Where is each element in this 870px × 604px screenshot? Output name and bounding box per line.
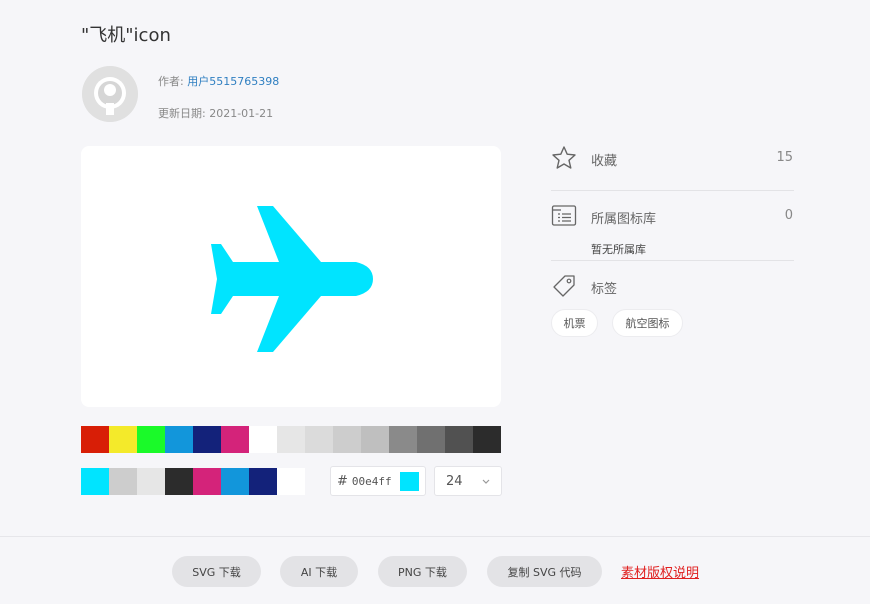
color-swatch[interactable] — [165, 468, 193, 495]
tag-icon — [553, 275, 575, 297]
color-swatch[interactable] — [221, 468, 249, 495]
color-swatch[interactable] — [109, 426, 137, 453]
color-swatch[interactable] — [193, 426, 221, 453]
page-title: "飞机"icon — [81, 25, 171, 46]
color-swatch[interactable] — [81, 468, 109, 495]
size-select[interactable]: 24 — [434, 466, 502, 496]
author-label: 作者: — [158, 75, 184, 88]
color-swatch[interactable] — [137, 426, 165, 453]
date-row: 更新日期: 2021-01-21 — [158, 105, 273, 121]
chevron-down-icon — [482, 479, 490, 484]
author-link[interactable]: 用户5515765398 — [187, 75, 279, 88]
color-swatch[interactable] — [417, 426, 445, 453]
size-value: 24 — [446, 473, 463, 489]
divider — [551, 260, 794, 261]
color-swatch[interactable] — [445, 426, 473, 453]
color-swatch[interactable] — [193, 468, 221, 495]
star-icon[interactable] — [551, 145, 577, 171]
color-swatch[interactable] — [165, 426, 193, 453]
color-swatch[interactable] — [277, 468, 305, 495]
copy-svg-button[interactable]: 复制 SVG 代码 — [487, 556, 602, 587]
color-swatch[interactable] — [109, 468, 137, 495]
divider — [551, 190, 794, 191]
color-palette-row2 — [81, 468, 305, 495]
library-count: 0 — [784, 208, 793, 223]
color-swatch[interactable] — [333, 426, 361, 453]
library-icon — [551, 205, 577, 226]
tags-label: 标签 — [591, 282, 618, 297]
license-link[interactable]: 素材版权说明 — [621, 562, 699, 581]
avatar[interactable] — [82, 66, 138, 122]
color-swatch[interactable] — [389, 426, 417, 453]
library-label: 所属图标库 — [591, 212, 657, 227]
color-swatch[interactable] — [277, 426, 305, 453]
author-row: 作者: 用户5515765398 — [158, 73, 279, 89]
favorites-count: 15 — [776, 150, 793, 165]
svg-download-button[interactable]: SVG 下载 — [172, 556, 261, 587]
color-swatch[interactable] — [249, 426, 277, 453]
ai-download-button[interactable]: AI 下载 — [280, 556, 358, 587]
date-label: 更新日期: — [158, 107, 206, 120]
tag-chip[interactable]: 机票 — [551, 309, 598, 337]
color-palette-row1 — [81, 426, 501, 453]
color-hex-input[interactable]: # 00e4ff — [330, 466, 426, 496]
icon-preview — [81, 146, 501, 407]
tag-chip[interactable]: 航空图标 — [612, 309, 683, 337]
date-value: 2021-01-21 — [209, 107, 274, 120]
no-library-text: 暂无所属库 — [591, 243, 646, 256]
color-swatch[interactable] — [137, 468, 165, 495]
hex-value[interactable]: 00e4ff — [352, 475, 392, 488]
png-download-button[interactable]: PNG 下载 — [378, 556, 467, 587]
avatar-icon — [82, 66, 138, 122]
hash-symbol: # — [337, 473, 348, 489]
footer-divider — [0, 536, 870, 537]
color-swatch[interactable] — [81, 426, 109, 453]
color-swatch[interactable] — [305, 426, 333, 453]
color-chip — [400, 472, 419, 491]
favorites-label[interactable]: 收藏 — [591, 150, 617, 169]
color-swatch[interactable] — [361, 426, 389, 453]
color-swatch[interactable] — [473, 426, 501, 453]
airplane-icon — [211, 206, 373, 352]
color-swatch[interactable] — [249, 468, 277, 495]
color-swatch[interactable] — [221, 426, 249, 453]
